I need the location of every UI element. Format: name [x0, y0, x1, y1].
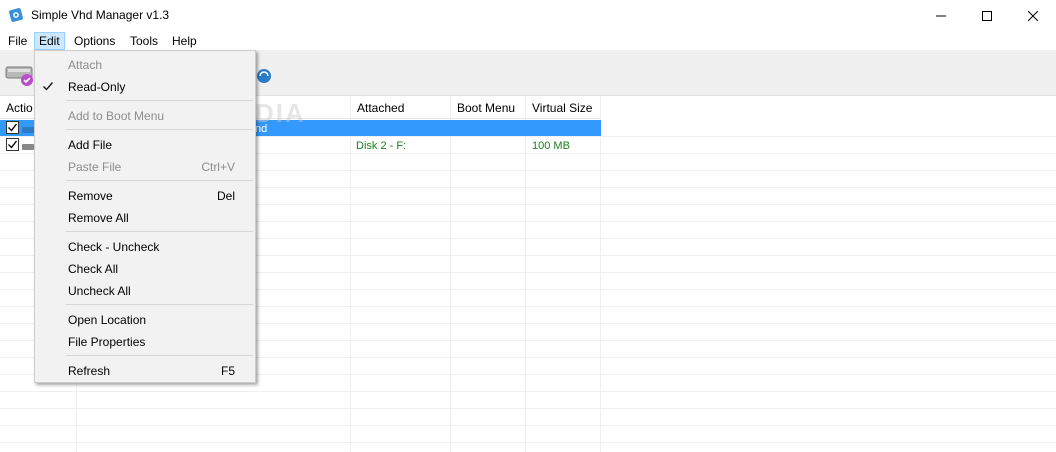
menu-separator: [66, 100, 253, 101]
window-title: Simple Vhd Manager v1.3: [31, 8, 170, 22]
menu-add-file[interactable]: Add File: [35, 133, 255, 155]
grid-divider: [525, 96, 526, 452]
menu-paste-file-shortcut: Ctrl+V: [201, 160, 235, 174]
menu-file-properties[interactable]: File Properties: [35, 330, 255, 352]
vhd-disk-icon: [22, 140, 34, 154]
grid-divider: [0, 442, 1056, 443]
menu-separator: [66, 129, 253, 130]
grid-divider: [0, 425, 1056, 426]
menu-refresh-shortcut: F5: [220, 364, 235, 378]
vhd-disk-icon: [22, 123, 34, 137]
attach-disk-icon[interactable]: [5, 58, 35, 93]
menu-remove-all-label: Remove All: [68, 211, 129, 225]
menu-open-location[interactable]: Open Location: [35, 308, 255, 330]
maximize-button[interactable]: [964, 0, 1010, 31]
title-bar: Simple Vhd Manager v1.3: [0, 0, 1056, 31]
menu-separator: [66, 231, 253, 232]
settings-disk-icon[interactable]: [254, 64, 274, 89]
menu-file-properties-label: File Properties: [68, 335, 146, 349]
menu-file[interactable]: File: [3, 32, 32, 50]
menu-remove-shortcut: Del: [216, 189, 235, 203]
row-checkbox[interactable]: [6, 138, 19, 151]
grid-divider: [0, 391, 1056, 392]
menu-open-location-label: Open Location: [68, 313, 147, 327]
menu-paste-file-label: Paste File: [68, 160, 122, 174]
menu-refresh[interactable]: Refresh F5: [35, 359, 255, 381]
column-header-attached[interactable]: Attached: [351, 96, 451, 119]
menu-attach-label: Attach: [68, 58, 103, 72]
menu-help[interactable]: Help: [167, 32, 202, 50]
menu-separator: [66, 180, 253, 181]
row-attached: Disk 2 - F:: [356, 140, 407, 152]
menu-add-file-label: Add File: [68, 138, 113, 152]
grid-divider: [0, 408, 1056, 409]
grid-divider: [450, 96, 451, 452]
menu-uncheck-all-label: Uncheck All: [68, 284, 131, 298]
menu-add-to-boot-menu[interactable]: Add to Boot Menu: [35, 104, 255, 126]
column-header-virtual-size[interactable]: Virtual Size: [526, 96, 601, 119]
menu-uncheck-all[interactable]: Uncheck All: [35, 279, 255, 301]
menu-add-to-boot-menu-label: Add to Boot Menu: [68, 109, 165, 123]
menu-refresh-label: Refresh: [68, 364, 111, 378]
menu-remove[interactable]: Remove Del: [35, 184, 255, 206]
menu-separator: [66, 355, 253, 356]
app-disk-icon: [9, 8, 25, 23]
menu-check-all-label: Check All: [68, 262, 119, 276]
grid-divider: [350, 96, 351, 452]
column-header-boot-menu[interactable]: Boot Menu: [451, 96, 526, 119]
menu-options[interactable]: Options: [69, 32, 120, 50]
grid-divider: [600, 96, 601, 452]
row-virtual-size: 100 MB: [532, 140, 570, 152]
menu-remove-all[interactable]: Remove All: [35, 206, 255, 228]
menu-paste-file[interactable]: Paste File Ctrl+V: [35, 155, 255, 177]
menu-edit[interactable]: Edit: [34, 32, 65, 50]
row-checkbox[interactable]: [6, 121, 19, 134]
menu-separator: [66, 304, 253, 305]
edit-menu-dropdown: Attach Read-Only Add to Boot Menu Add Fi…: [34, 50, 256, 383]
menu-check-all[interactable]: Check All: [35, 257, 255, 279]
menu-check-uncheck-label: Check - Uncheck: [68, 240, 160, 254]
menu-attach[interactable]: Attach: [35, 53, 255, 75]
close-button[interactable]: [1010, 0, 1056, 31]
menu-bar: File Edit Options Tools Help: [0, 31, 1056, 50]
menu-read-only-label: Read-Only: [68, 80, 126, 94]
minimize-button[interactable]: [918, 0, 964, 31]
checkmark-icon: [42, 80, 54, 95]
menu-remove-label: Remove: [68, 189, 113, 203]
menu-check-uncheck[interactable]: Check - Uncheck: [35, 235, 255, 257]
menu-tools[interactable]: Tools: [125, 32, 163, 50]
menu-read-only[interactable]: Read-Only: [35, 75, 255, 97]
